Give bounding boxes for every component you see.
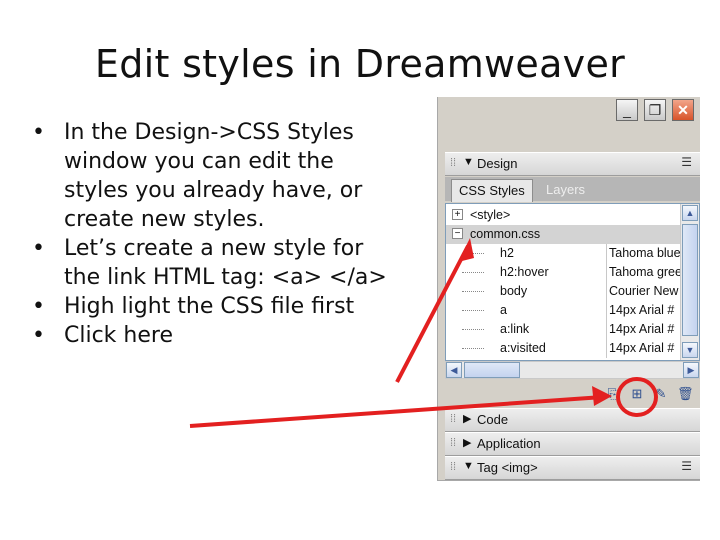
design-group-header[interactable]: ⁞⁞ ▼ Design ☰: [445, 152, 700, 176]
tree-row-a-visited: [462, 348, 484, 349]
collapsed-arrow-icon: ▶: [463, 413, 472, 425]
css-rules-tree: + <style> − common.css h2 Tahoma blue h2…: [445, 203, 700, 361]
tree-row-a-link: [462, 329, 484, 330]
tree-row-h2[interactable]: h2 Tahoma blue: [446, 244, 683, 263]
delete-css-rule-icon[interactable]: 🗑: [677, 386, 694, 402]
bullet-item: • High light the CSS file first: [28, 292, 388, 321]
bullet-text: Click here: [64, 323, 173, 348]
bullet-list: • In the Design->CSS Styles window you ca…: [28, 118, 388, 350]
rule-property: 14px Arial #: [606, 339, 683, 358]
tree-row-a[interactable]: a 14px Arial #: [446, 301, 680, 320]
tree-row-h2-hover: [462, 272, 484, 273]
code-group-header[interactable]: ⁞⁞ ▶ Code: [445, 408, 700, 432]
tag-group-header[interactable]: ⁞⁞ ▼ Tag <img> ☰: [445, 456, 700, 480]
rule-name: a: [500, 303, 507, 317]
scroll-left-icon[interactable]: ◀: [446, 362, 462, 378]
close-button[interactable]: ✕: [672, 99, 694, 121]
application-group-header[interactable]: ⁞⁞ ▶ Application: [445, 432, 700, 456]
options-menu-icon[interactable]: ☰: [681, 459, 692, 473]
tab-css-styles[interactable]: CSS Styles: [451, 179, 533, 202]
rule-property: 14px Arial #: [606, 320, 683, 339]
tree-row-a: [462, 310, 484, 311]
application-group-label: Application: [477, 436, 541, 451]
dreamweaver-panel: _ ❐ ✕ ⁞⁞ ▼ Design ☰ CSS Styles Layers + …: [437, 97, 700, 481]
bullet-item: • In the Design->CSS Styles window you ca…: [28, 118, 388, 234]
tag-group-label: Tag <img>: [477, 460, 538, 475]
bullet-text: High light the CSS file first: [64, 294, 355, 319]
tree-row-style[interactable]: + <style>: [446, 206, 680, 225]
bullet-item: • Let’s create a new style for the link H…: [28, 234, 388, 292]
css-styles-toolbar: ⎘ ⊞ ✎ 🗑: [445, 381, 700, 409]
expand-icon[interactable]: +: [452, 209, 463, 220]
tree-row-body[interactable]: body Courier New: [446, 282, 680, 301]
design-group-label: Design: [477, 156, 518, 171]
horizontal-scrollbar[interactable]: ◀ ▶: [445, 361, 700, 379]
bullet-dot: •: [32, 236, 45, 261]
bullet-dot: •: [32, 120, 45, 145]
minimize-button[interactable]: _: [616, 99, 638, 121]
code-group-label: Code: [477, 412, 509, 427]
grip-icon[interactable]: ⁞⁞: [450, 157, 456, 169]
horizontal-scroll-thumb[interactable]: [464, 362, 520, 378]
rule-name: common.css: [470, 227, 541, 241]
rule-property: Courier New: [606, 282, 683, 301]
options-menu-icon[interactable]: ☰: [681, 155, 692, 169]
scroll-up-icon[interactable]: ▲: [682, 205, 698, 221]
scroll-down-icon[interactable]: ▼: [682, 342, 698, 358]
edit-style-icon[interactable]: ✎: [653, 386, 669, 402]
grip-icon[interactable]: ⁞⁞: [450, 437, 456, 449]
vertical-scrollbar[interactable]: ▲ ▼: [680, 204, 699, 360]
collapse-icon[interactable]: −: [452, 228, 463, 239]
bullet-dot: •: [32, 323, 45, 348]
bullet-text: In the Design->CSS Styles window you can…: [64, 120, 363, 232]
rule-property: Tahoma blue: [606, 244, 683, 263]
collapsed-arrow-icon: ▶: [463, 437, 472, 449]
tree-row-a-visited[interactable]: a:visited 14px Arial #: [446, 339, 680, 358]
maximize-button[interactable]: ❐: [644, 99, 666, 121]
scroll-thumb[interactable]: [682, 224, 698, 336]
tree-row-common-css[interactable]: − common.css: [446, 225, 680, 244]
panel-tabs: CSS Styles Layers: [445, 177, 700, 202]
bullet-item: • Click here: [28, 321, 388, 350]
tree-row-body: [462, 291, 484, 292]
bullet-text: Let’s create a new style for the link HT…: [64, 236, 387, 290]
tree-row-h2-hover[interactable]: h2:hover Tahoma green: [446, 263, 683, 282]
scroll-right-icon[interactable]: ▶: [683, 362, 699, 378]
rule-name: <style>: [470, 208, 511, 222]
grip-icon[interactable]: ⁞⁞: [450, 461, 456, 473]
new-css-rule-icon[interactable]: ⊞: [629, 386, 645, 402]
rule-name: h2:hover: [500, 265, 549, 279]
tab-layers[interactable]: Layers: [539, 179, 592, 201]
tree-row-a-link[interactable]: a:link 14px Arial #: [446, 320, 680, 339]
bullet-dot: •: [32, 294, 45, 319]
slide-title: Edit styles in Dreamweaver: [94, 42, 626, 86]
tree-row-h2: [462, 253, 484, 254]
rule-name: a:link: [500, 322, 530, 336]
attach-style-sheet-icon[interactable]: ⎘: [605, 386, 621, 402]
expanded-arrow-icon: ▼: [463, 460, 474, 472]
rule-name: h2: [500, 246, 514, 260]
grip-icon[interactable]: ⁞⁞: [450, 413, 456, 425]
rule-name: body: [500, 284, 528, 298]
rule-property: Tahoma green: [606, 263, 683, 282]
rule-name: a:visited: [500, 341, 546, 355]
rule-property: 14px Arial #: [606, 301, 683, 320]
expanded-arrow-icon: ▼: [463, 156, 474, 168]
